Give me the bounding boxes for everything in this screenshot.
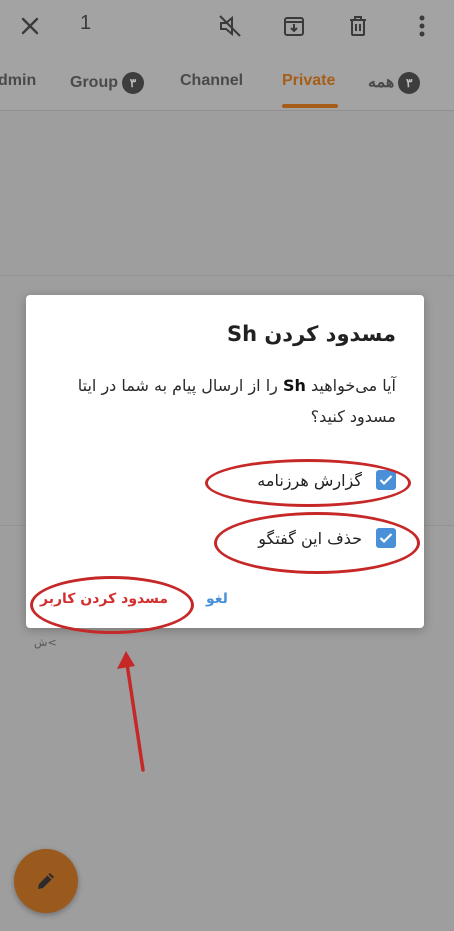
close-icon[interactable] [12, 8, 48, 44]
tab-admin[interactable]: dmin [0, 72, 36, 90]
tab-all-badge: ۳ [398, 72, 421, 94]
tab-group[interactable]: Group ۳ [70, 72, 144, 94]
delete-icon[interactable] [340, 8, 376, 44]
tab-all[interactable]: همه ۳ [368, 72, 421, 94]
list-divider [0, 275, 454, 276]
more-vert-icon[interactable] [404, 8, 440, 44]
dialog-username: Sh [282, 376, 306, 395]
selection-toolbar: 1 [0, 0, 454, 52]
archive-icon[interactable] [276, 8, 312, 44]
tab-channel[interactable]: Channel [180, 72, 243, 90]
mute-icon[interactable] [212, 8, 248, 44]
active-tab-indicator [282, 104, 338, 108]
annotation-arrow-icon [117, 651, 145, 772]
pencil-icon [38, 873, 54, 889]
dialog-message: آیا می‌خواهید Sh را از ارسال پیام به شما… [77, 376, 396, 426]
cancel-button[interactable]: لغو [206, 591, 228, 607]
dialog-title: مسدود کردن Sh [226, 322, 396, 346]
compose-button[interactable] [14, 849, 78, 913]
tab-group-badge: ۳ [122, 72, 144, 94]
selected-count: 1 [80, 12, 92, 34]
annotation-ellipse-delete [214, 512, 420, 574]
annotation-ellipse-report [205, 459, 411, 507]
list-item-snippet: ش< [34, 636, 57, 649]
tab-private[interactable]: Private [282, 72, 335, 90]
chat-filter-tabs: dmin Group ۳ Channel Private همه ۳ [0, 52, 454, 111]
annotation-ellipse-block [30, 576, 194, 634]
